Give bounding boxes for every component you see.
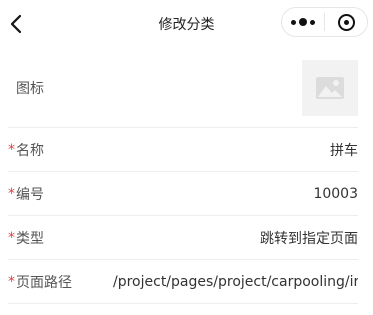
required-mark: * (8, 273, 15, 290)
more-dots-icon (291, 18, 315, 26)
required-mark: * (8, 229, 15, 246)
more-button[interactable] (282, 8, 324, 36)
field-label: 类型 (16, 230, 44, 247)
category-form: 图标 * 名称 拼车 * 编号 10003 * 类型 跳转到指定页面 * 页面路… (8, 48, 358, 304)
icon-row: 图标 (8, 48, 358, 128)
field-value: /project/pages/project/carpooling/ir (113, 273, 358, 290)
form-row-name[interactable]: * 名称 拼车 (8, 128, 358, 172)
close-button[interactable] (325, 8, 367, 36)
icon-label-wrap: 图标 (8, 78, 44, 98)
form-row-code[interactable]: * 编号 10003 (8, 172, 358, 216)
form-row-page-path[interactable]: * 页面路径 /project/pages/project/carpooling… (8, 260, 358, 304)
field-label: 名称 (16, 142, 44, 159)
nav-bar: 修改分类 (0, 0, 373, 48)
page-title: 修改分类 (158, 17, 215, 33)
field-value: 拼车 (330, 142, 358, 159)
required-mark: * (8, 185, 15, 202)
back-button[interactable] (4, 10, 28, 38)
mini-program-capsule (281, 7, 368, 37)
chevron-left-icon (10, 14, 22, 34)
required-mark: * (8, 141, 15, 158)
target-close-icon (337, 13, 355, 31)
field-label: 页面路径 (16, 274, 72, 291)
field-label: 编号 (16, 186, 44, 203)
field-label: 图标 (16, 80, 44, 97)
icon-picker[interactable] (302, 59, 358, 116)
field-value: 跳转到指定页面 (260, 230, 358, 247)
form-row-type[interactable]: * 类型 跳转到指定页面 (8, 216, 358, 260)
image-placeholder-icon (316, 76, 344, 99)
field-value: 10003 (313, 185, 358, 202)
